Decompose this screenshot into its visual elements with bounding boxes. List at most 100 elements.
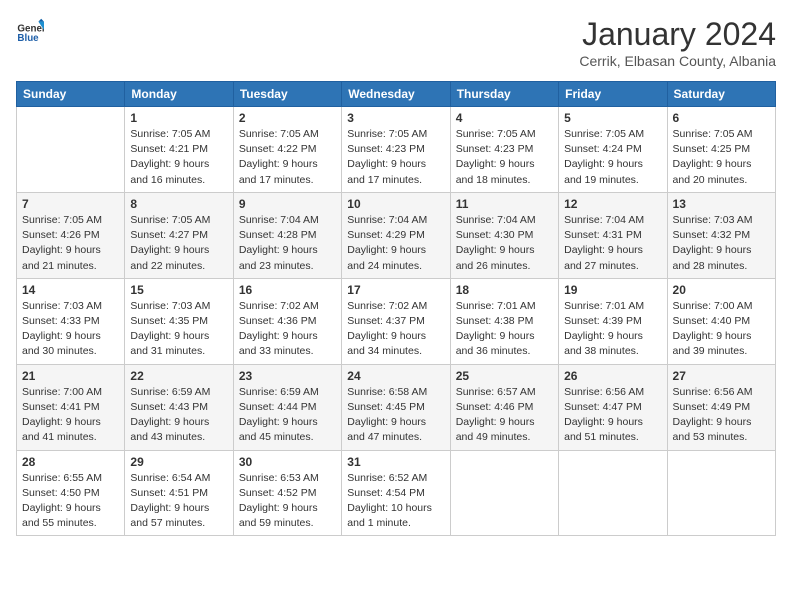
weekday-header-tuesday: Tuesday — [233, 82, 341, 107]
weekday-header-thursday: Thursday — [450, 82, 558, 107]
day-number: 10 — [347, 197, 444, 211]
week-row-4: 21 Sunrise: 7:00 AMSunset: 4:41 PMDayligh… — [17, 364, 776, 450]
day-info: Sunrise: 7:02 AMSunset: 4:36 PMDaylight:… — [239, 299, 336, 360]
weekday-header-sunday: Sunday — [17, 82, 125, 107]
day-number: 2 — [239, 111, 336, 125]
day-number: 1 — [130, 111, 227, 125]
day-cell: 16 Sunrise: 7:02 AMSunset: 4:36 PMDayligh… — [233, 278, 341, 364]
day-number: 24 — [347, 369, 444, 383]
day-info: Sunrise: 7:04 AMSunset: 4:29 PMDaylight:… — [347, 213, 444, 274]
day-info: Sunrise: 7:05 AMSunset: 4:21 PMDaylight:… — [130, 127, 227, 188]
week-row-2: 7Sunrise: 7:05 AMSunset: 4:26 PMDaylight… — [17, 192, 776, 278]
day-cell: 19 Sunrise: 7:01 AMSunset: 4:39 PMDayligh… — [559, 278, 667, 364]
day-cell: 18 Sunrise: 7:01 AMSunset: 4:38 PMDayligh… — [450, 278, 558, 364]
day-number: 14 — [22, 283, 119, 297]
week-row-1: 1 Sunrise: 7:05 AMSunset: 4:21 PMDaylight… — [17, 107, 776, 193]
day-cell: 22 Sunrise: 6:59 AMSunset: 4:43 PMDayligh… — [125, 364, 233, 450]
day-info: Sunrise: 7:03 AMSunset: 4:35 PMDaylight:… — [130, 299, 227, 360]
day-cell: 12 Sunrise: 7:04 AMSunset: 4:31 PMDayligh… — [559, 192, 667, 278]
day-number: 3 — [347, 111, 444, 125]
week-row-3: 14 Sunrise: 7:03 AMSunset: 4:33 PMDayligh… — [17, 278, 776, 364]
day-cell: 13Sunrise: 7:03 AMSunset: 4:32 PMDayligh… — [667, 192, 775, 278]
day-info: Sunrise: 6:59 AMSunset: 4:44 PMDaylight:… — [239, 385, 336, 446]
day-number: 8 — [130, 197, 227, 211]
day-info: Sunrise: 7:05 AMSunset: 4:27 PMDaylight:… — [130, 213, 227, 274]
day-number: 19 — [564, 283, 661, 297]
logo-icon: General Blue — [16, 16, 44, 44]
day-number: 9 — [239, 197, 336, 211]
title-block: January 2024 Cerrik, Elbasan County, Alb… — [579, 16, 776, 69]
day-cell: 1 Sunrise: 7:05 AMSunset: 4:21 PMDaylight… — [125, 107, 233, 193]
day-cell — [559, 450, 667, 536]
day-cell: 31 Sunrise: 6:52 AMSunset: 4:54 PMDayligh… — [342, 450, 450, 536]
day-number: 18 — [456, 283, 553, 297]
page-header: General Blue January 2024 Cerrik, Elbasa… — [16, 16, 776, 69]
day-number: 31 — [347, 455, 444, 469]
day-cell: 9 Sunrise: 7:04 AMSunset: 4:28 PMDaylight… — [233, 192, 341, 278]
day-number: 5 — [564, 111, 661, 125]
day-cell — [17, 107, 125, 193]
day-number: 22 — [130, 369, 227, 383]
day-info: Sunrise: 7:05 AMSunset: 4:26 PMDaylight:… — [22, 213, 119, 274]
weekday-header-friday: Friday — [559, 82, 667, 107]
logo: General Blue — [16, 16, 44, 44]
day-info: Sunrise: 7:04 AMSunset: 4:30 PMDaylight:… — [456, 213, 553, 274]
location-subtitle: Cerrik, Elbasan County, Albania — [579, 53, 776, 69]
day-cell: 21 Sunrise: 7:00 AMSunset: 4:41 PMDayligh… — [17, 364, 125, 450]
day-cell — [667, 450, 775, 536]
weekday-header-saturday: Saturday — [667, 82, 775, 107]
day-info: Sunrise: 7:02 AMSunset: 4:37 PMDaylight:… — [347, 299, 444, 360]
day-cell: 4 Sunrise: 7:05 AMSunset: 4:23 PMDaylight… — [450, 107, 558, 193]
day-number: 23 — [239, 369, 336, 383]
day-info: Sunrise: 6:59 AMSunset: 4:43 PMDaylight:… — [130, 385, 227, 446]
day-cell: 3 Sunrise: 7:05 AMSunset: 4:23 PMDaylight… — [342, 107, 450, 193]
day-cell: 5Sunrise: 7:05 AMSunset: 4:24 PMDaylight… — [559, 107, 667, 193]
weekday-header-monday: Monday — [125, 82, 233, 107]
day-cell: 15 Sunrise: 7:03 AMSunset: 4:35 PMDayligh… — [125, 278, 233, 364]
day-info: Sunrise: 7:00 AMSunset: 4:41 PMDaylight:… — [22, 385, 119, 446]
day-cell: 24 Sunrise: 6:58 AMSunset: 4:45 PMDayligh… — [342, 364, 450, 450]
day-cell: 26Sunrise: 6:56 AMSunset: 4:47 PMDayligh… — [559, 364, 667, 450]
day-cell: 29 Sunrise: 6:54 AMSunset: 4:51 PMDayligh… — [125, 450, 233, 536]
day-info: Sunrise: 7:00 AMSunset: 4:40 PMDaylight:… — [673, 299, 770, 360]
weekday-header-row: SundayMondayTuesdayWednesdayThursdayFrid… — [17, 82, 776, 107]
day-number: 20 — [673, 283, 770, 297]
day-cell: 6 Sunrise: 7:05 AMSunset: 4:25 PMDaylight… — [667, 107, 775, 193]
day-number: 29 — [130, 455, 227, 469]
day-info: Sunrise: 6:52 AMSunset: 4:54 PMDaylight:… — [347, 471, 444, 532]
weekday-header-wednesday: Wednesday — [342, 82, 450, 107]
day-info: Sunrise: 7:01 AMSunset: 4:39 PMDaylight:… — [564, 299, 661, 360]
day-number: 11 — [456, 197, 553, 211]
day-number: 26 — [564, 369, 661, 383]
day-cell: 27 Sunrise: 6:56 AMSunset: 4:49 PMDayligh… — [667, 364, 775, 450]
calendar-table: SundayMondayTuesdayWednesdayThursdayFrid… — [16, 81, 776, 536]
day-info: Sunrise: 7:03 AMSunset: 4:33 PMDaylight:… — [22, 299, 119, 360]
day-number: 4 — [456, 111, 553, 125]
month-title: January 2024 — [579, 16, 776, 53]
day-info: Sunrise: 6:56 AMSunset: 4:49 PMDaylight:… — [673, 385, 770, 446]
day-info: Sunrise: 7:05 AMSunset: 4:25 PMDaylight:… — [673, 127, 770, 188]
svg-text:Blue: Blue — [17, 33, 39, 44]
day-info: Sunrise: 6:53 AMSunset: 4:52 PMDaylight:… — [239, 471, 336, 532]
day-number: 6 — [673, 111, 770, 125]
day-number: 25 — [456, 369, 553, 383]
day-info: Sunrise: 6:58 AMSunset: 4:45 PMDaylight:… — [347, 385, 444, 446]
day-info: Sunrise: 7:04 AMSunset: 4:28 PMDaylight:… — [239, 213, 336, 274]
week-row-5: 28Sunrise: 6:55 AMSunset: 4:50 PMDayligh… — [17, 450, 776, 536]
day-cell: 10 Sunrise: 7:04 AMSunset: 4:29 PMDayligh… — [342, 192, 450, 278]
day-number: 13 — [673, 197, 770, 211]
day-number: 15 — [130, 283, 227, 297]
day-cell: 23 Sunrise: 6:59 AMSunset: 4:44 PMDayligh… — [233, 364, 341, 450]
day-info: Sunrise: 7:01 AMSunset: 4:38 PMDaylight:… — [456, 299, 553, 360]
day-cell: 2Sunrise: 7:05 AMSunset: 4:22 PMDaylight… — [233, 107, 341, 193]
day-info: Sunrise: 6:57 AMSunset: 4:46 PMDaylight:… — [456, 385, 553, 446]
day-info: Sunrise: 6:54 AMSunset: 4:51 PMDaylight:… — [130, 471, 227, 532]
day-number: 28 — [22, 455, 119, 469]
day-number: 12 — [564, 197, 661, 211]
day-info: Sunrise: 7:05 AMSunset: 4:23 PMDaylight:… — [456, 127, 553, 188]
day-info: Sunrise: 7:05 AMSunset: 4:23 PMDaylight:… — [347, 127, 444, 188]
day-info: Sunrise: 7:04 AMSunset: 4:31 PMDaylight:… — [564, 213, 661, 274]
day-number: 16 — [239, 283, 336, 297]
day-number: 21 — [22, 369, 119, 383]
day-number: 27 — [673, 369, 770, 383]
